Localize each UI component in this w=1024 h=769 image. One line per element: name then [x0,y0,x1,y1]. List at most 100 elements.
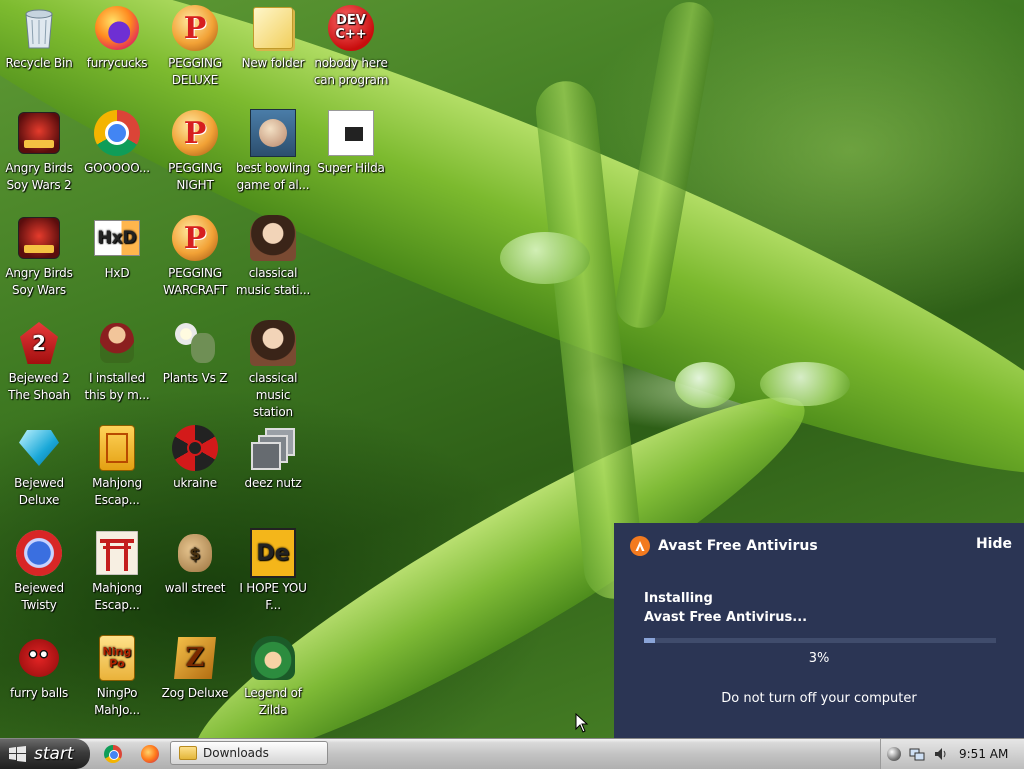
hxd-icon: HxD [94,215,140,261]
avast-tray-icon[interactable] [887,747,901,761]
mouse-cursor-icon [575,713,589,733]
peggle-icon: P [172,215,218,261]
devcpp-icon: DEV C++ [328,5,374,51]
ningpo-mahjong-icon: Ning Po [94,635,140,681]
desktop-icon-label: NingPo MahJo... [94,686,140,717]
network-icon[interactable] [909,746,925,762]
desktop-icon[interactable]: P PEGGING NIGHT [157,110,233,194]
desktop-icon-label: New folder [241,56,305,70]
desktop-icon-label: nobody here can program [313,56,389,87]
desktop-icon[interactable]: Super Hilda [313,110,389,177]
desktop-icon[interactable]: Mahjong Escap... [79,530,155,614]
desktop-icon-label: Angry Birds Soy Wars [5,266,73,297]
torii-gate-icon [94,530,140,576]
progress-percent: 3% [808,651,830,666]
volume-icon[interactable] [933,746,949,762]
desktop-icon[interactable]: I installed this by m... [79,320,155,404]
diamond-icon [16,425,62,471]
desktop-icon-label: PEGGING DELUXE [168,56,222,87]
desktop-icon[interactable]: Angry Birds Soy Wars 2 [1,110,77,194]
desktop-icon-label: wall street [164,581,226,595]
desktop-icon[interactable]: Mahjong Escap... [79,425,155,509]
desktop-icon-label: GOOOOO... [84,161,150,175]
desktop-icon[interactable]: Legend of Zilda [235,635,311,719]
peggle-icon: P [172,110,218,156]
desktop-icon-label: furry balls [9,686,69,700]
progress-bar [644,638,996,643]
red-fuzzball-icon [16,635,62,681]
windows-logo-icon [9,746,26,762]
desktop-icon-label: I installed this by m... [84,371,150,402]
popup-title: Avast Free Antivirus [630,536,818,556]
desktop-icon[interactable]: Bejewed Deluxe [1,425,77,509]
desktop-icon[interactable]: 2 Bejewed 2 The Shoah [1,320,77,404]
water-droplet [760,362,850,406]
desktop-icon[interactable]: DEV C++ nobody here can program [313,5,389,89]
desktop-icon[interactable]: Recycle Bin [1,5,77,72]
mahjong-tile-icon [94,425,140,471]
desktop-icon[interactable]: P PEGGING WARCRAFT [157,215,233,299]
zuma-icon: Z [172,635,218,681]
desktop-icon-label: Bejewed Twisty [14,581,64,612]
system-tray: 9:51 AM [880,739,1024,769]
desktop-icon-label: classical music stati... [235,266,311,297]
desktop-icon-label: Super Hilda [317,161,385,175]
desktop-icon[interactable]: Angry Birds Soy Wars [1,215,77,299]
desktop-icon[interactable]: GOOOOO... [79,110,155,177]
desktop-icon[interactable]: deez nutz [235,425,311,492]
windows-stack-icon [250,425,296,471]
desktop-icon[interactable]: ukraine [157,425,233,492]
desktop-icon[interactable]: furry balls [1,635,77,702]
desktop-icon-label: Bejewed Deluxe [14,476,64,507]
desktop-icon[interactable]: Bejewed Twisty [1,530,77,614]
desktop-icon[interactable]: New folder [235,5,311,72]
desktop-icon[interactable]: P PEGGING DELUXE [157,5,233,89]
desktop-icon-label: Zog Deluxe [161,686,229,700]
desktop-icon-label: I HOPE YOU F... [239,581,307,612]
money-bag-icon: $ [172,530,218,576]
bejeweled-2-icon: 2 [16,320,62,366]
peggle-icon: P [172,5,218,51]
recycle-bin-icon [16,5,62,51]
hide-button[interactable]: Hide [976,536,1012,552]
desktop-icon[interactable]: Z Zog Deluxe [157,635,233,702]
start-button[interactable]: start [0,739,90,769]
desktop-icon[interactable]: classical music station [235,320,311,421]
taskbar-item-downloads[interactable]: Downloads [170,741,328,765]
portrait-icon [250,215,296,261]
chrome-icon[interactable] [104,745,122,763]
desktop-icon[interactable]: HxD HxD [79,215,155,282]
desktop-icon-label: Plants Vs Z [162,371,228,385]
desktop-icon-label: Mahjong Escap... [92,476,142,507]
water-droplet [500,232,590,284]
taskbar-item-label: Downloads [203,746,269,760]
desktop-icon[interactable]: Ning Po NingPo MahJo... [79,635,155,719]
desktop-icon-label: Legend of Zilda [244,686,302,717]
avast-install-popup: Avast Free Antivirus Hide Installing Ava… [614,523,1024,738]
desktop-icon-label: best bowling game of al... [235,161,311,192]
progress-bar-fill [644,638,655,643]
desktop-icon[interactable]: $ wall street [157,530,233,597]
firefox-icon[interactable] [141,745,159,763]
avast-logo-icon [630,536,650,556]
folder-icon [250,5,296,51]
desktop-icon[interactable]: furrycucks [79,5,155,72]
status-line-2: Avast Free Antivirus... [644,610,808,625]
desktop-icon-label: deez nutz [244,476,302,490]
plants-vs-zombies-icon [172,320,218,366]
desktop-icon[interactable]: classical music stati... [235,215,311,299]
popup-title-text: Avast Free Antivirus [658,538,818,554]
de-logo-icon: De [250,528,296,578]
pixel-cat-icon [328,110,374,156]
desktop-icon[interactable]: best bowling game of al... [235,109,311,194]
status-line-1: Installing [644,591,713,606]
bowling-game-icon [250,109,296,157]
angry-birds-star-wars-icon [16,110,62,156]
firefox-icon [94,5,140,51]
bejeweled-twist-icon [16,530,62,576]
taskbar: start Downloads 9:51 AM [0,738,1024,769]
desktop-icon[interactable]: De I HOPE YOU F... [235,528,311,614]
clock[interactable]: 9:51 AM [959,747,1008,761]
desktop-icon[interactable]: Plants Vs Z [157,320,233,387]
portrait-icon [250,320,296,366]
